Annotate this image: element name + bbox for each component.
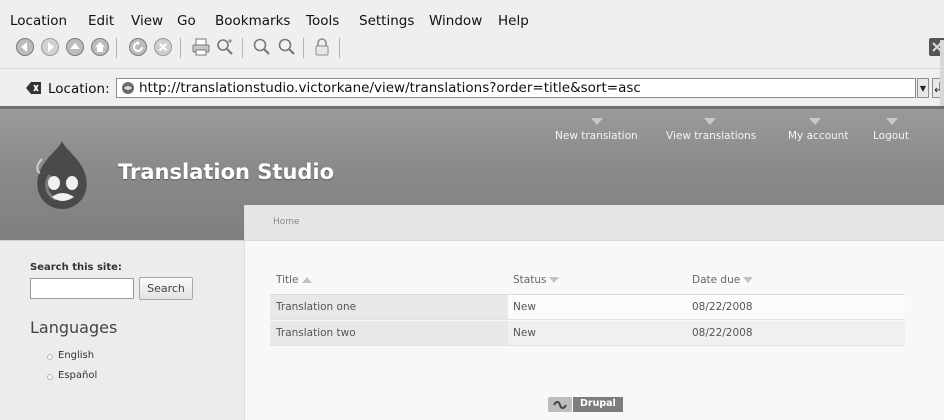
location-bar: Location: ▼	[0, 68, 944, 106]
cell-status: New	[513, 301, 536, 313]
web-page: New translation View translations My acc…	[0, 106, 944, 420]
menu-window[interactable]: Window	[429, 13, 482, 29]
menu-location[interactable]: Location	[10, 13, 67, 29]
up-icon[interactable]	[64, 36, 86, 58]
cell-title[interactable]: Translation two	[276, 327, 356, 339]
menu-help[interactable]: Help	[498, 13, 529, 29]
nav-marker	[886, 118, 898, 125]
bullet-icon	[47, 374, 53, 380]
search-button[interactable]: Search	[139, 277, 193, 300]
find-icon[interactable]	[214, 36, 236, 58]
zoom-out-icon[interactable]	[276, 36, 298, 58]
cell-date-due: 08/22/2008	[692, 327, 753, 339]
drupal-badge-label: Drupal	[573, 397, 623, 412]
reload-icon[interactable]	[127, 36, 149, 58]
sort-descending-icon	[743, 277, 754, 283]
sidebar: Search this site: Search Languages Engli…	[0, 240, 244, 420]
page-favicon-icon	[121, 81, 135, 99]
language-espanol[interactable]: Español	[58, 370, 97, 381]
breadcrumb-home[interactable]: Home	[273, 217, 300, 227]
bullet-icon	[47, 354, 53, 360]
site-name[interactable]: Translation Studio	[118, 160, 334, 184]
search-title: Search this site:	[30, 262, 122, 273]
menu-view[interactable]: View	[131, 13, 163, 29]
column-header-date-due[interactable]: Date due	[692, 274, 754, 286]
menu-bookmarks[interactable]: Bookmarks	[215, 13, 290, 29]
toolbar	[0, 32, 944, 68]
powered-by-drupal-badge[interactable]: Drupal	[548, 397, 628, 412]
nav-marker	[591, 118, 603, 125]
window-edge	[940, 40, 944, 106]
url-input[interactable]	[139, 79, 899, 97]
print-icon[interactable]	[190, 36, 212, 58]
column-header-title[interactable]: Title	[276, 274, 312, 286]
sort-descending-icon	[549, 277, 560, 283]
nav-new-translation[interactable]: New translation	[555, 130, 638, 142]
nav-view-translations[interactable]: View translations	[666, 130, 756, 142]
sort-ascending-icon	[301, 277, 312, 283]
nav-marker	[704, 118, 716, 125]
home-icon[interactable]	[89, 36, 111, 58]
menu-tools[interactable]: Tools	[306, 13, 339, 29]
breadcrumb-bar: Home	[245, 205, 944, 241]
nav-logout[interactable]: Logout	[873, 130, 909, 142]
menu-go[interactable]: Go	[177, 13, 196, 29]
languages-title: Languages	[30, 318, 118, 337]
cell-status: New	[513, 327, 536, 339]
search-input[interactable]	[30, 278, 134, 299]
lock-icon[interactable]	[311, 36, 333, 58]
menu-bar: Location Edit View Go Bookmarks Tools Se…	[0, 0, 944, 32]
zoom-in-icon[interactable]	[251, 36, 273, 58]
url-field-box	[116, 78, 916, 98]
location-label: Location:	[48, 81, 110, 97]
cell-date-due: 08/22/2008	[692, 301, 753, 313]
forward-icon[interactable]	[39, 36, 61, 58]
location-dropdown-icon[interactable]: ▼	[917, 78, 929, 98]
drupal-logo[interactable]	[32, 139, 92, 211]
language-english[interactable]: English	[58, 350, 94, 361]
column-header-status[interactable]: Status	[513, 274, 560, 286]
nav-my-account[interactable]: My account	[788, 130, 848, 142]
menu-settings[interactable]: Settings	[359, 13, 414, 29]
cell-title[interactable]: Translation one	[276, 301, 356, 313]
clear-location-icon[interactable]	[26, 81, 42, 99]
back-icon[interactable]	[14, 36, 36, 58]
table-row: Translation one New 08/22/2008	[270, 295, 905, 320]
nav-marker	[809, 118, 821, 125]
drupal-drop-icon	[548, 397, 572, 412]
stop-icon[interactable]	[152, 36, 174, 58]
menu-edit[interactable]: Edit	[88, 13, 114, 29]
table-row: Translation two New 08/22/2008	[270, 321, 905, 346]
